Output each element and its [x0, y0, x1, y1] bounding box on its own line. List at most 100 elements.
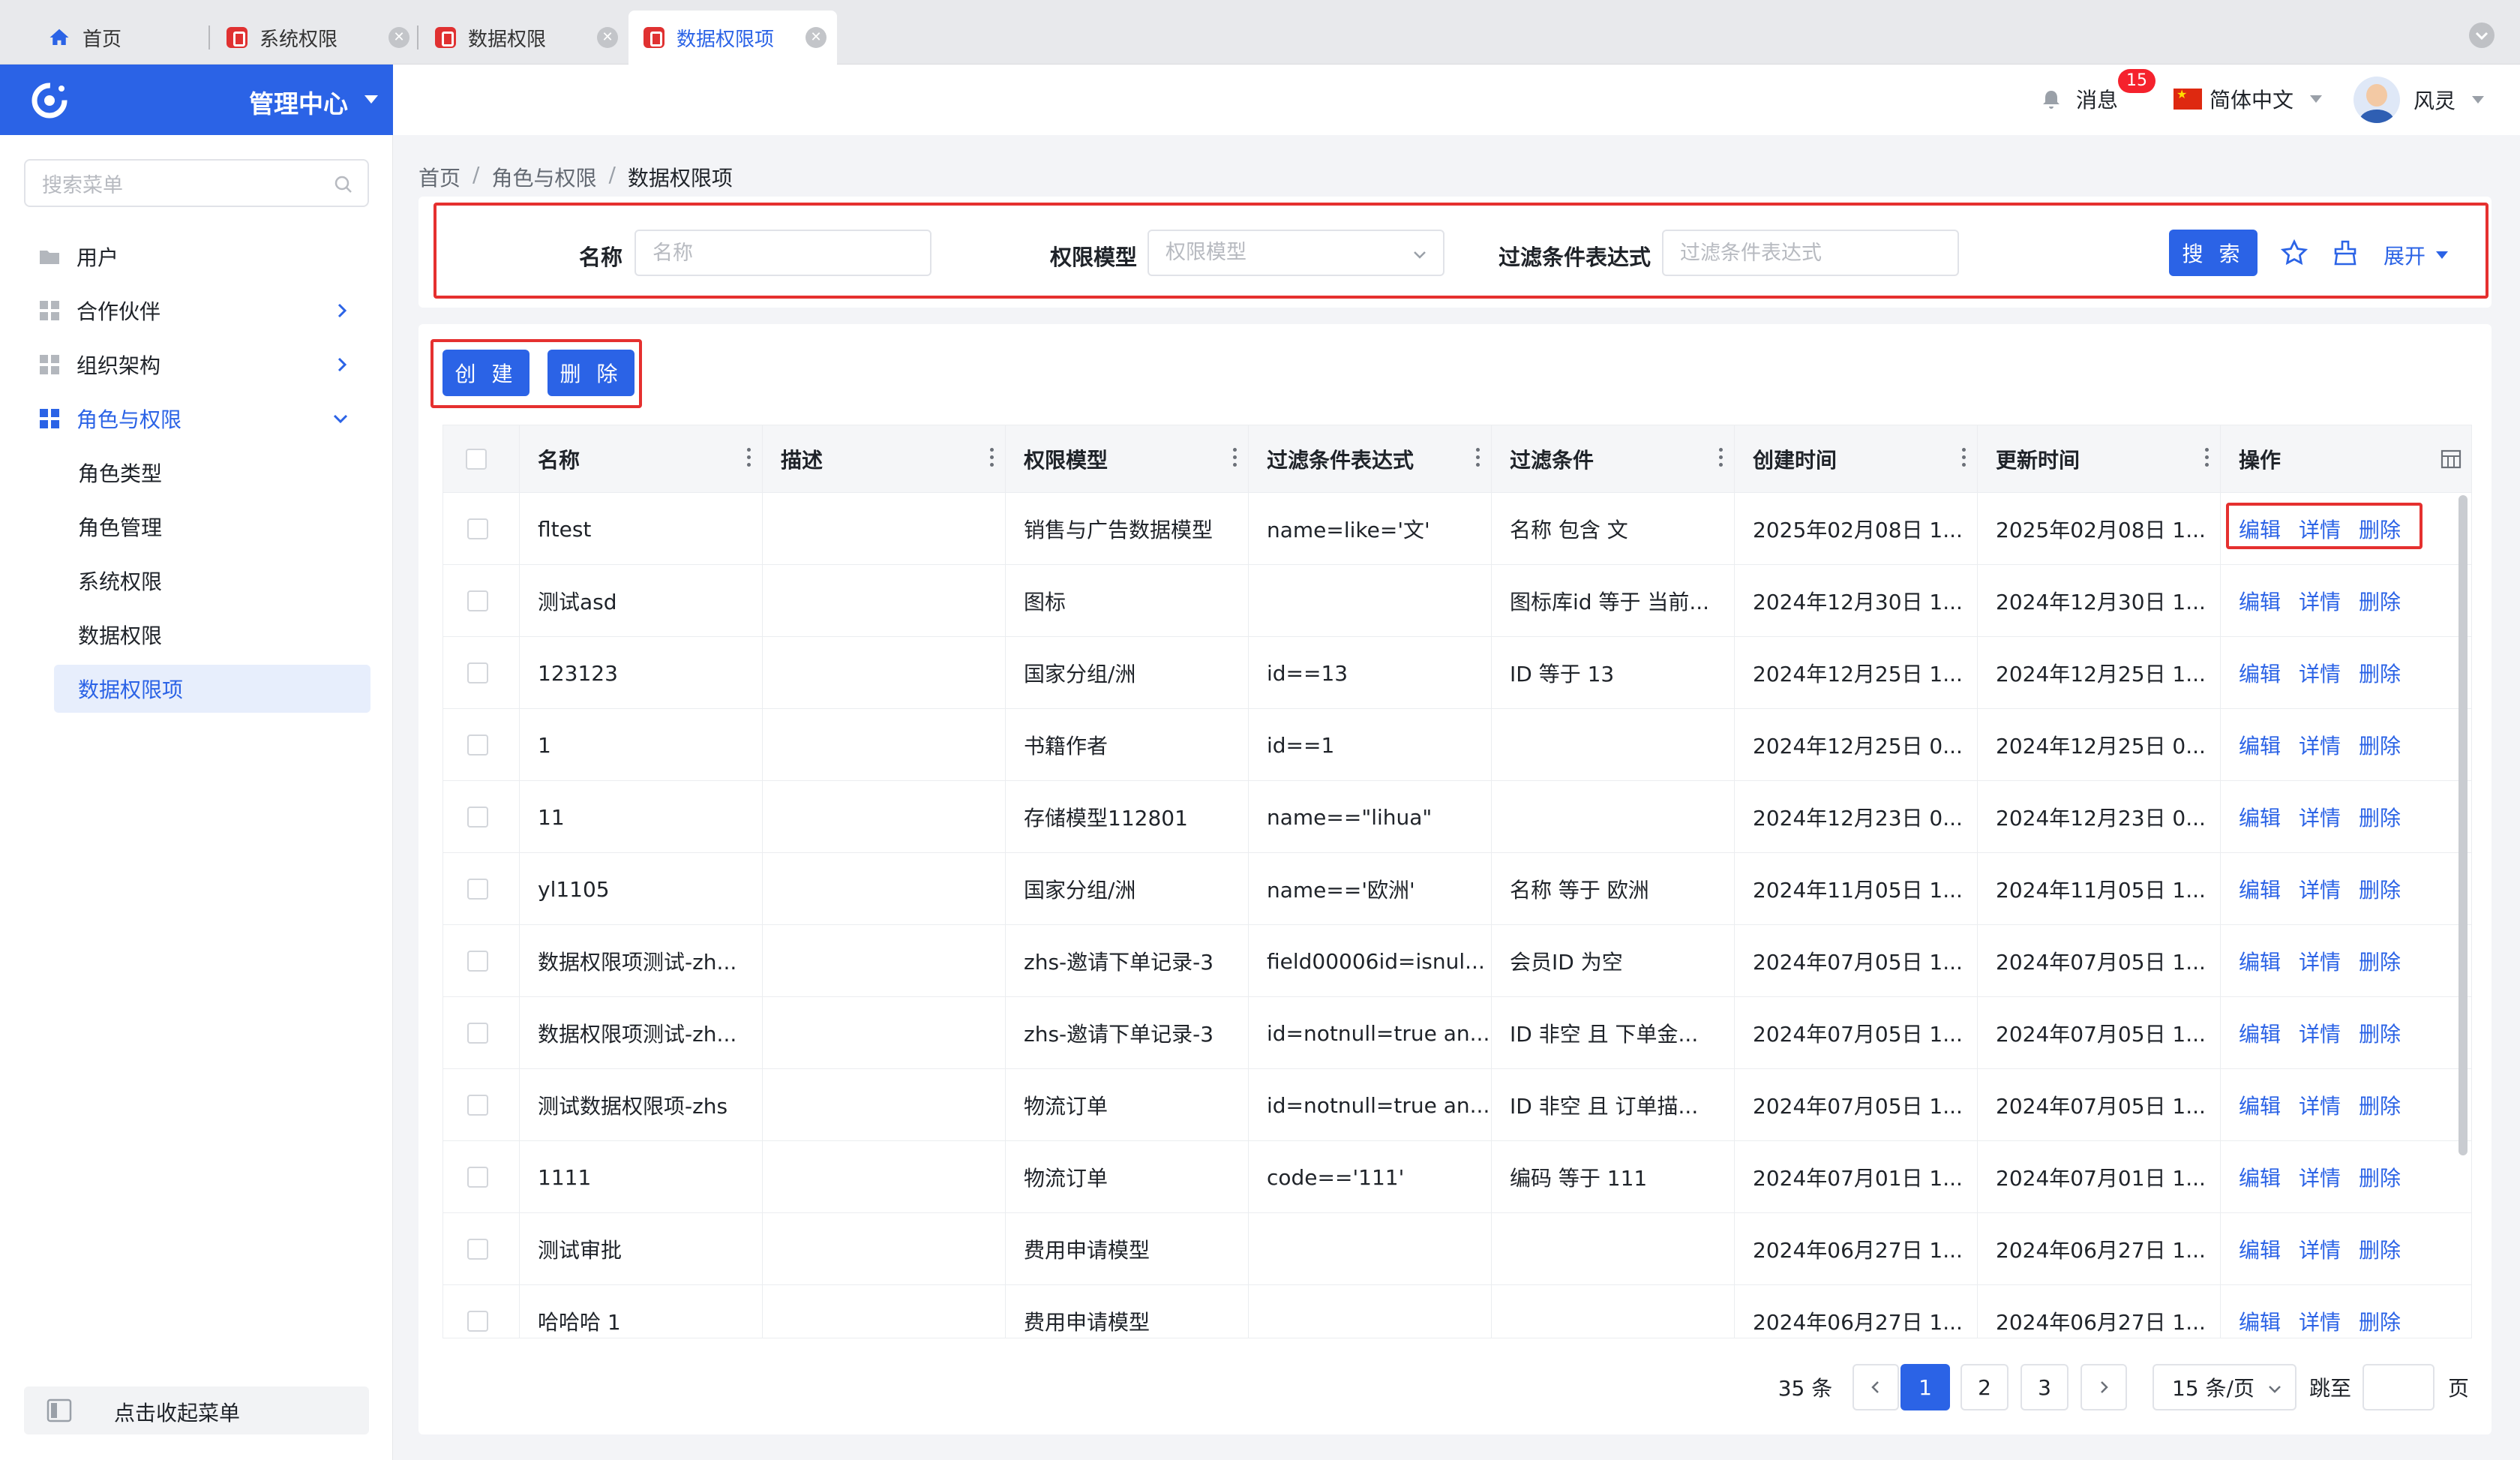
row-checkbox[interactable] — [467, 518, 488, 539]
edit-link[interactable]: 编辑 — [2239, 1306, 2281, 1336]
table-row[interactable]: 11 存储模型112801 name=="lihua" 2024年12月23日 0..… — [443, 781, 2471, 853]
row-checkbox[interactable] — [467, 590, 488, 611]
sidebar-item-partners[interactable]: 合作伙伴 — [38, 287, 368, 335]
col-header-cond[interactable]: 过滤条件 — [1492, 425, 1735, 493]
tab-data-permission[interactable]: 数据权限 ✕ — [420, 11, 628, 65]
page-button-1[interactable]: 1 — [1900, 1364, 1950, 1410]
edit-link[interactable]: 编辑 — [2239, 802, 2281, 832]
col-header-name[interactable]: 名称 — [520, 425, 763, 493]
edit-link[interactable]: 编辑 — [2239, 1234, 2281, 1264]
edit-link[interactable]: 编辑 — [2239, 946, 2281, 976]
row-checkbox[interactable] — [467, 735, 488, 756]
delete-link[interactable]: 删除 — [2359, 658, 2401, 688]
chevron-down-icon[interactable] — [2469, 23, 2494, 48]
sidebar-sub-data-permission-item[interactable]: 数据权限项 — [54, 665, 370, 713]
breadcrumb-home[interactable]: 首页 — [418, 162, 460, 192]
delete-button[interactable]: 删 除 — [548, 350, 634, 396]
table-row[interactable]: 测试审批 费用申请模型 2024年06月27日 1... 2024年06月27日 1.… — [443, 1213, 2471, 1285]
table-row[interactable]: 测试asd 图标 图标库id 等于 当前... 2024年12月30日 1... 202… — [443, 565, 2471, 637]
detail-link[interactable]: 详情 — [2299, 658, 2341, 688]
expr-filter-input[interactable] — [1662, 230, 1959, 276]
collapse-menu-button[interactable]: 点击收起菜单 — [24, 1386, 369, 1434]
sidebar-sub-system-permission[interactable]: 系统权限 — [54, 557, 370, 605]
page-button-3[interactable]: 3 — [2020, 1364, 2068, 1410]
col-header-desc[interactable]: 描述 — [763, 425, 1006, 493]
column-menu-icon[interactable] — [2205, 448, 2210, 470]
name-filter-input[interactable] — [634, 230, 932, 276]
table-row[interactable]: 123123 国家分组/洲 id==13 ID 等于 13 2024年12月25日 1.… — [443, 637, 2471, 709]
detail-link[interactable]: 详情 — [2299, 1234, 2341, 1264]
row-checkbox[interactable] — [467, 1095, 488, 1116]
detail-link[interactable]: 详情 — [2299, 946, 2341, 976]
column-settings-icon[interactable] — [2440, 448, 2462, 470]
detail-link[interactable]: 详情 — [2299, 802, 2341, 832]
menu-search-input[interactable]: 搜索菜单 — [24, 159, 369, 207]
tab-data-permission-item[interactable]: 数据权限项 ✕ — [628, 11, 837, 65]
table-row[interactable]: 1 书籍作者 id==1 2024年12月25日 0... 2024年12月25日 0.… — [443, 709, 2471, 781]
detail-link[interactable]: 详情 — [2299, 1162, 2341, 1192]
col-header-expr[interactable]: 过滤条件表达式 — [1249, 425, 1492, 493]
expand-toggle[interactable]: 展开 — [2384, 240, 2449, 270]
row-checkbox[interactable] — [467, 951, 488, 972]
page-size-select[interactable]: 15 条/页 — [2152, 1364, 2296, 1410]
model-filter-select[interactable]: 权限模型 — [1148, 230, 1444, 276]
delete-link[interactable]: 删除 — [2359, 802, 2401, 832]
edit-link[interactable]: 编辑 — [2239, 1018, 2281, 1048]
col-header-model[interactable]: 权限模型 — [1006, 425, 1249, 493]
jump-page-input[interactable] — [2362, 1364, 2434, 1410]
create-button[interactable]: 创 建 — [442, 350, 530, 396]
edit-link[interactable]: 编辑 — [2239, 1090, 2281, 1120]
prev-page-button[interactable] — [1852, 1364, 1899, 1410]
next-page-button[interactable] — [2080, 1364, 2127, 1410]
detail-link[interactable]: 详情 — [2299, 586, 2341, 616]
close-icon[interactable]: ✕ — [597, 27, 618, 48]
table-row[interactable]: 测试数据权限项-zhs 物流订单 id=notnull=true an... ID 非… — [443, 1069, 2471, 1141]
page-button-2[interactable]: 2 — [1960, 1364, 2008, 1410]
delete-link[interactable]: 删除 — [2359, 730, 2401, 760]
table-row[interactable]: 数据权限项测试-zh... zhs-邀请下单记录-3 id=notnull=true… — [443, 997, 2471, 1069]
edit-link[interactable]: 编辑 — [2239, 658, 2281, 688]
delete-link[interactable]: 删除 — [2359, 874, 2401, 904]
language-select[interactable]: 简体中文 — [2174, 84, 2323, 114]
delete-link[interactable]: 删除 — [2359, 1018, 2401, 1048]
row-checkbox[interactable] — [467, 1023, 488, 1044]
sidebar-item-users[interactable]: 用户 — [38, 233, 368, 281]
breadcrumb-parent[interactable]: 角色与权限 — [491, 162, 596, 192]
brand-bar[interactable]: 管理中心 — [0, 65, 393, 135]
column-menu-icon[interactable] — [1962, 448, 1966, 470]
tab-home[interactable]: 首页 — [33, 11, 242, 65]
table-row[interactable]: fltest 销售与广告数据模型 name=like='文' 名称 包含 文 2025年… — [443, 493, 2471, 565]
detail-link[interactable]: 详情 — [2299, 1090, 2341, 1120]
col-header-updated[interactable]: 更新时间 — [1978, 425, 2221, 493]
sidebar-sub-data-permission[interactable]: 数据权限 — [54, 611, 370, 659]
sidebar-item-roles[interactable]: 角色与权限 — [38, 395, 368, 443]
delete-link[interactable]: 删除 — [2359, 586, 2401, 616]
table-row[interactable]: 1111 物流订单 code=='111' 编码 等于 111 2024年07月01日 … — [443, 1141, 2471, 1213]
sidebar-item-org[interactable]: 组织架构 — [38, 341, 368, 389]
column-menu-icon[interactable] — [747, 448, 752, 470]
table-row[interactable]: 哈哈哈 1 费用申请模型 2024年06月27日 1... 2024年06月27日 1… — [443, 1285, 2471, 1338]
row-checkbox[interactable] — [467, 1167, 488, 1188]
edit-link[interactable]: 编辑 — [2239, 730, 2281, 760]
col-header-created[interactable]: 创建时间 — [1735, 425, 1978, 493]
user-menu[interactable]: 风灵 — [2354, 77, 2485, 123]
column-menu-icon[interactable] — [1719, 448, 1724, 470]
row-checkbox[interactable] — [467, 879, 488, 900]
detail-link[interactable]: 详情 — [2299, 1018, 2341, 1048]
table-row[interactable]: 数据权限项测试-zh... zhs-邀请下单记录-3 field00006id=is… — [443, 925, 2471, 997]
row-checkbox[interactable] — [467, 1239, 488, 1260]
search-button[interactable]: 搜 索 — [2169, 230, 2258, 276]
sidebar-sub-role-mgmt[interactable]: 角色管理 — [54, 503, 370, 551]
table-row[interactable]: yl1105 国家分组/洲 name=='欧洲' 名称 等于 欧洲 2024年11月05… — [443, 853, 2471, 925]
table-scrollbar[interactable] — [2458, 495, 2468, 1155]
detail-link[interactable]: 详情 — [2299, 1306, 2341, 1336]
star-icon[interactable] — [2280, 239, 2308, 267]
column-menu-icon[interactable] — [990, 448, 994, 470]
delete-link[interactable]: 删除 — [2359, 1234, 2401, 1264]
close-icon[interactable]: ✕ — [388, 27, 410, 48]
column-menu-icon[interactable] — [1476, 448, 1480, 470]
sidebar-sub-role-types[interactable]: 角色类型 — [54, 449, 370, 497]
row-checkbox[interactable] — [467, 662, 488, 683]
select-all-checkbox[interactable] — [466, 449, 487, 470]
delete-link[interactable]: 删除 — [2359, 946, 2401, 976]
